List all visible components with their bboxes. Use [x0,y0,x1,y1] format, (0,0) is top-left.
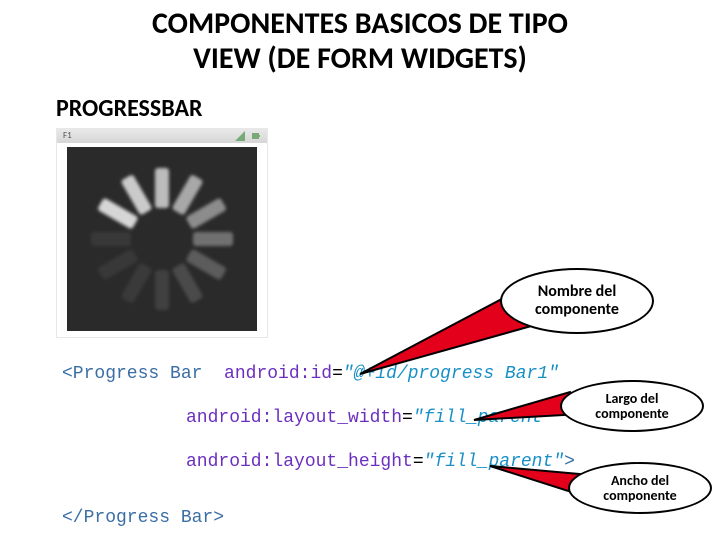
xml-open-tag: <Progress Bar [62,364,202,384]
code-line-close: </Progress Bar> [62,508,224,528]
callout-ancho: Ancho del componente [490,448,710,520]
callout-text-1b: componente [535,300,619,319]
attr-id-name: android:id [224,364,332,384]
title-line-1: COMPONENTES BASICOS DE TIPO [152,5,568,42]
signal-icon [235,131,245,141]
progress-spinner [87,164,237,314]
title-line-2: VIEW (DE FORM WIDGETS) [193,40,527,77]
callout-text-3b: componente [603,487,676,504]
emulator-label: F1 [63,130,72,141]
callout-largo: Largo del componente [470,370,710,440]
emulator-screenshot: F1 [56,128,268,338]
battery-icon [251,131,261,141]
emulator-statusbar: F1 [57,129,267,143]
slide: COMPONENTES BASICOS DE TIPO VIEW (DE FOR… [0,0,720,540]
callout-bubble: Nombre del componente [500,268,654,334]
emulator-screen [67,147,257,331]
callout-bubble: Largo del componente [560,380,704,432]
attr-w-name: android:layout_width [186,408,402,428]
callout-text-2b: componente [595,405,668,422]
callout-text-1a: Nombre del [538,282,617,301]
attr-h-name: android:layout_height [186,452,413,472]
section-subtitle: PROGRESSBAR [56,94,203,123]
callout-bubble: Ancho del componente [568,462,712,514]
slide-title: COMPONENTES BASICOS DE TIPO VIEW (DE FOR… [0,6,720,77]
xml-close-tag: </Progress Bar> [62,508,224,528]
